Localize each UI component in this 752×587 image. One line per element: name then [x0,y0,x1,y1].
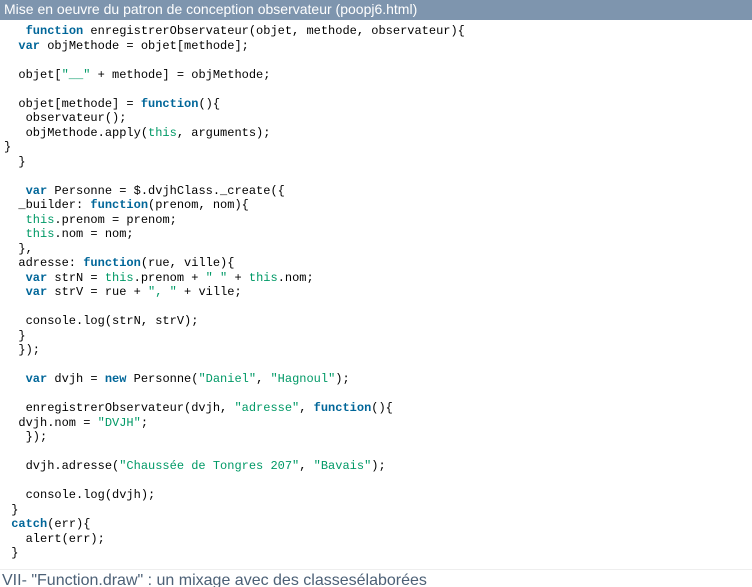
code-text: observateur(); [4,111,126,125]
code-text: ); [335,372,349,386]
code-text [4,39,18,53]
string-literal: "Hagnoul" [270,372,335,386]
code-text: } [4,503,18,517]
keyword-this: this [249,271,278,285]
code-text: .prenom + [134,271,206,285]
title-text: Mise en oeuvre du patron de conception o… [4,1,417,17]
code-text: dvjh.adresse( [4,459,119,473]
code-text: (){ [371,401,393,415]
string-literal: "DVJH" [98,416,141,430]
keyword-function: function [314,401,372,415]
keyword-this: this [26,213,55,227]
code-text: adresse: [4,256,83,270]
code-text [4,184,26,198]
code-text: enregistrerObservateur(dvjh, [4,401,234,415]
footer-text: VII- "Function.draw" : un mixage avec de… [2,572,427,587]
code-text: }); [4,430,47,444]
string-literal: "__" [62,68,91,82]
code-text: .nom; [278,271,314,285]
string-literal: "adresse" [234,401,299,415]
code-text: , arguments); [177,126,271,140]
code-text: objet[ [4,68,62,82]
code-text: ); [371,459,385,473]
keyword-this: this [105,271,134,285]
title-bar: Mise en oeuvre du patron de conception o… [0,0,752,20]
code-text: }, [4,242,33,256]
string-literal: "Chaussée de Tongres 207" [119,459,299,473]
code-text: } [4,155,26,169]
keyword-function: function [83,256,141,270]
code-text: }); [4,343,40,357]
string-literal: " " [206,271,228,285]
code-text: dvjh.nom = [4,416,98,430]
code-text: dvjh = [47,372,105,386]
code-text [4,271,26,285]
keyword-var: var [18,39,40,53]
code-text: objMethode = objet[methode]; [40,39,249,53]
code-text: alert(err); [4,532,105,546]
code-text: (rue, ville){ [141,256,235,270]
code-text: strN = [47,271,105,285]
keyword-var: var [26,271,48,285]
code-text: Personne( [126,372,198,386]
code-text: , [299,459,313,473]
keyword-function: function [26,24,84,38]
keyword-var: var [26,285,48,299]
code-text: objet[methode] = [4,97,141,111]
string-literal: "Daniel" [198,372,256,386]
code-block: function enregistrerObservateur(objet, m… [0,20,752,569]
code-text: (prenom, nom){ [148,198,249,212]
code-text: (err){ [47,517,90,531]
keyword-function: function [141,97,199,111]
code-text: .nom = nom; [54,227,133,241]
code-text: console.log(strN, strV); [4,314,198,328]
code-text [4,213,26,227]
code-text: enregistrerObservateur(objet, methode, o… [83,24,465,38]
keyword-this: this [26,227,55,241]
code-text [4,227,26,241]
code-text: , [299,401,313,415]
code-text: (){ [198,97,220,111]
code-text: strV = rue + [47,285,148,299]
code-text: } [4,140,11,154]
code-text: } [4,546,18,560]
code-text: } [4,329,26,343]
string-literal: ", " [148,285,177,299]
keyword-function: function [90,198,148,212]
keyword-this: this [148,126,177,140]
code-text [4,285,26,299]
code-text: console.log(dvjh); [4,488,155,502]
code-text: , [256,372,270,386]
string-literal: "Bavais" [314,459,372,473]
code-text [4,372,26,386]
keyword-var: var [26,184,48,198]
code-text: Personne = $.dvjhClass._create({ [47,184,285,198]
code-text: _builder: [4,198,90,212]
code-text: + ville; [177,285,242,299]
code-text: + [227,271,249,285]
keyword-var: var [26,372,48,386]
code-text [4,24,26,38]
keyword-new: new [105,372,127,386]
footer-heading: VII- "Function.draw" : un mixage avec de… [0,569,752,587]
keyword-catch: catch [11,517,47,531]
code-text: + methode] = objMethode; [90,68,270,82]
code-text: ; [141,416,148,430]
code-text: .prenom = prenom; [54,213,176,227]
code-text: objMethode.apply( [4,126,148,140]
